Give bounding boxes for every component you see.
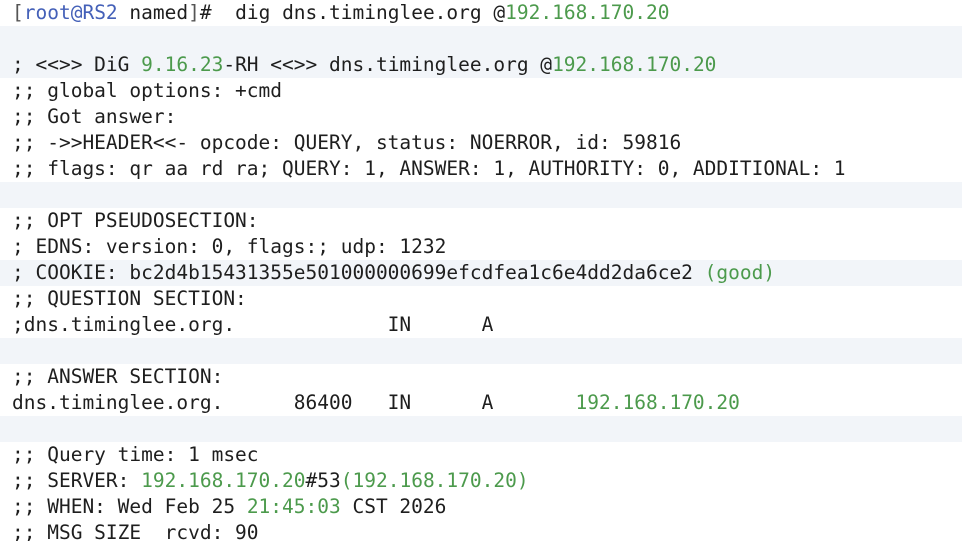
got-answer-line: ;; Got answer:	[12, 105, 177, 128]
cookie-line: ; COOKIE: bc2d4b15431355e501000000699efc…	[0, 260, 962, 286]
server-ip-2: 192.168.170.20	[352, 469, 517, 492]
command-text: dig dns.timinglee.org @	[211, 1, 506, 24]
blank-line	[0, 416, 962, 442]
banner-prefix: ; <<>> DiG	[12, 53, 142, 76]
prompt-cwd: named	[117, 1, 189, 24]
flags-line: ;; flags: qr aa rd ra; QUERY: 1, ANSWER:…	[12, 157, 846, 180]
msg-size-line: ;; MSG SIZE rcvd: 90	[12, 521, 259, 541]
header-line: ;; ->>HEADER<<- opcode: QUERY, status: N…	[12, 131, 682, 154]
when-line: ;; WHEN: Wed Feb 25 21:45:03 CST 2026	[12, 494, 962, 520]
command-ip: 192.168.170.20	[505, 1, 670, 24]
prompt-user-host: root@RS2	[23, 1, 118, 24]
answer-section-line: ;; ANSWER SECTION:	[12, 365, 224, 388]
banner-suffix: -RH <<>> dns.timinglee.org @	[223, 53, 553, 76]
server-port: #53	[305, 469, 341, 492]
prompt-close-bracket: ]	[188, 1, 200, 24]
prompt-symbol: #	[199, 1, 212, 24]
when-time: 21:45:03	[246, 495, 341, 518]
server-ip: 192.168.170.20	[141, 469, 306, 492]
global-options-line: ;; global options: +cmd	[12, 79, 283, 102]
opt-section-line: ;; OPT PSEUDOSECTION:	[12, 209, 259, 232]
answer-record-ip: 192.168.170.20	[575, 391, 740, 414]
terminal-window[interactable]: [root@RS2 named]# dig dns.timinglee.org …	[0, 0, 962, 541]
server-close-paren: )	[516, 469, 529, 492]
edns-line: ; EDNS: version: 0, flags:; udp: 1232	[12, 235, 447, 258]
answer-record-line: dns.timinglee.org. 86400 IN A 192.168.17…	[12, 390, 962, 416]
server-prefix: ;; SERVER:	[12, 469, 142, 492]
prompt-open-bracket: [	[12, 1, 24, 24]
query-time-line: ;; Query time: 1 msec	[12, 443, 259, 466]
answer-record-text: dns.timinglee.org. 86400 IN A	[12, 391, 576, 414]
banner-line: ; <<>> DiG 9.16.23-RH <<>> dns.timinglee…	[0, 52, 962, 78]
when-prefix: ;; WHEN: Wed Feb 25	[12, 495, 247, 518]
question-section-line: ;; QUESTION SECTION:	[12, 287, 247, 310]
banner-server-ip: 192.168.170.20	[552, 53, 717, 76]
question-record-line: ;dns.timinglee.org. IN A	[12, 313, 494, 336]
prompt-line: [root@RS2 named]# dig dns.timinglee.org …	[12, 0, 962, 26]
cookie-text: ; COOKIE: bc2d4b15431355e501000000699efc…	[12, 261, 705, 284]
blank-line	[0, 182, 962, 208]
cookie-status: (good)	[704, 261, 776, 284]
blank-line	[0, 338, 962, 364]
server-open-paren: (	[340, 469, 353, 492]
when-suffix: CST 2026	[340, 495, 447, 518]
server-line: ;; SERVER: 192.168.170.20#53(192.168.170…	[12, 468, 962, 494]
banner-version: 9.16.23	[141, 53, 224, 76]
blank-line	[0, 26, 962, 52]
